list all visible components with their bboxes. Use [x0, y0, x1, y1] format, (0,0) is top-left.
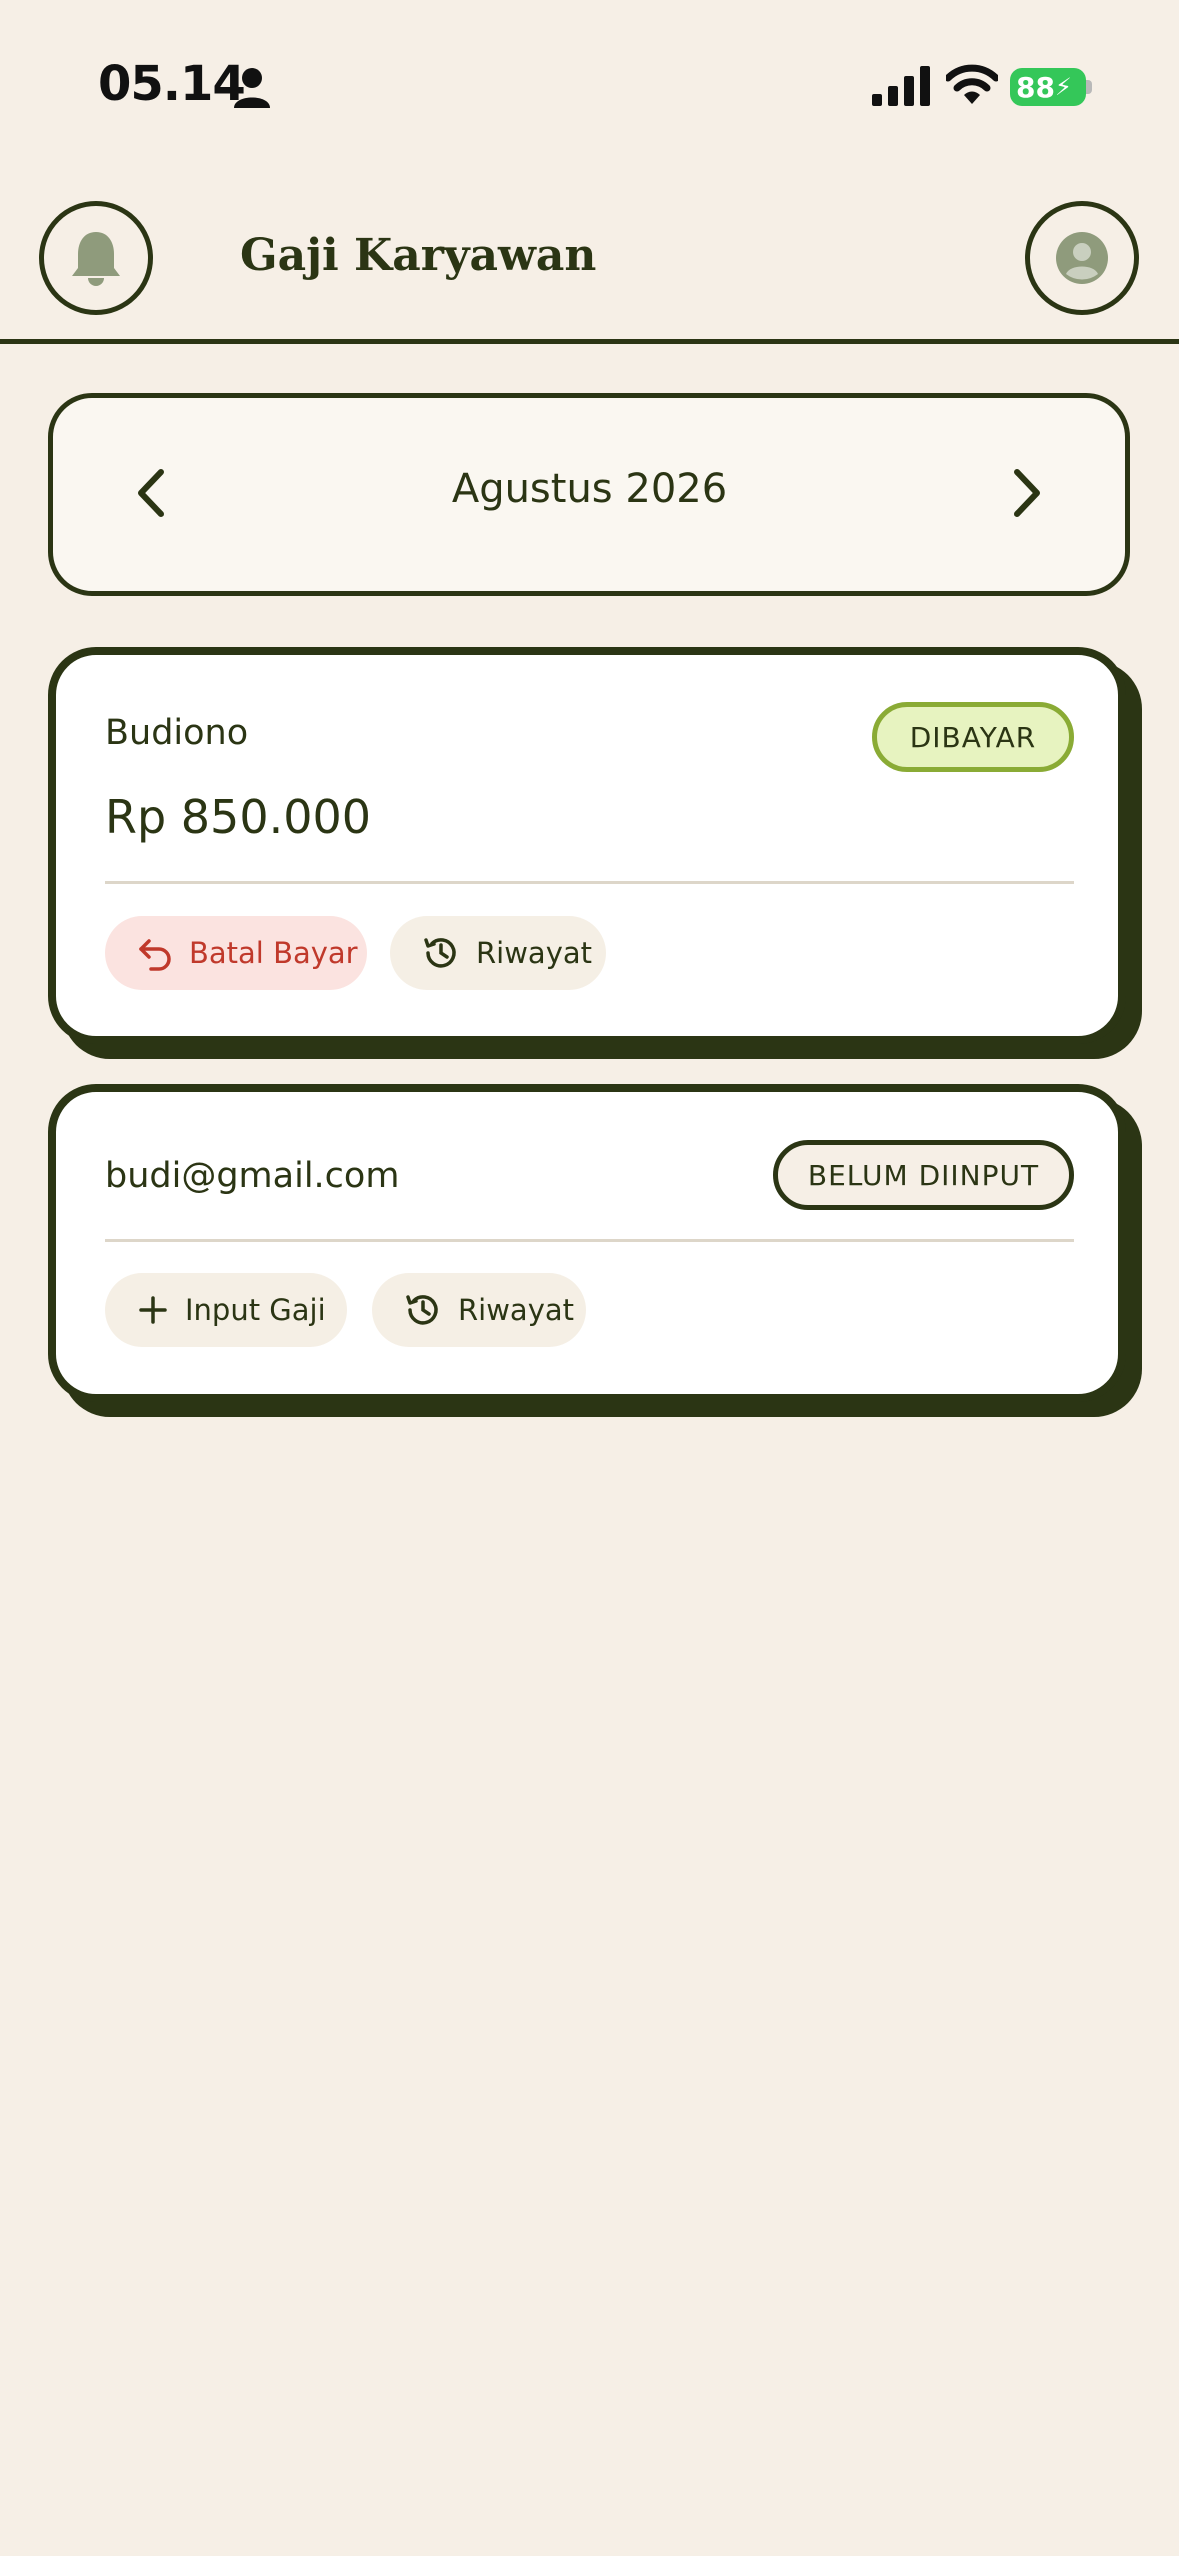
next-month-button[interactable] — [998, 458, 1058, 528]
status-badge-not-input: BELUM DIINPUT — [773, 1140, 1074, 1210]
page-title: Gaji Karyawan — [240, 230, 597, 281]
wifi-icon — [946, 64, 998, 104]
person-icon — [234, 68, 270, 108]
profile-button[interactable] — [1025, 201, 1139, 315]
cancel-payment-label: Batal Bayar — [189, 936, 358, 970]
avatar-icon — [1056, 232, 1108, 284]
history-button[interactable]: Riwayat — [372, 1273, 586, 1347]
employee-card — [48, 1084, 1126, 1402]
status-badge-paid: DIBAYAR — [872, 702, 1074, 772]
status-time: 05.14 — [98, 56, 246, 112]
cancel-payment-button[interactable]: Batal Bayar — [105, 916, 367, 990]
battery-level: 88 — [1016, 70, 1055, 104]
plus-icon — [139, 1296, 167, 1324]
history-icon — [406, 1295, 438, 1325]
card-divider — [105, 881, 1074, 884]
month-label: Agustus 2026 — [451, 466, 728, 512]
signal-icon — [872, 66, 930, 106]
charging-icon: ⚡ — [1054, 73, 1072, 101]
notifications-button[interactable] — [39, 201, 153, 315]
history-label: Riwayat — [458, 1293, 574, 1327]
undo-icon — [139, 939, 171, 971]
history-button[interactable]: Riwayat — [390, 916, 606, 990]
battery-tip — [1086, 80, 1092, 94]
header-divider — [0, 339, 1179, 344]
input-salary-label: Input Gaji — [185, 1293, 326, 1327]
salary-amount: Rp 850.000 — [105, 790, 372, 844]
employee-name: Budiono — [105, 713, 249, 753]
input-salary-button[interactable]: Input Gaji — [105, 1273, 347, 1347]
bell-icon — [72, 232, 120, 286]
previous-month-button[interactable] — [120, 458, 180, 528]
history-label: Riwayat — [476, 936, 592, 970]
chevron-right-icon — [1014, 469, 1040, 517]
employee-email: budi@gmail.com — [105, 1156, 400, 1196]
chevron-left-icon — [138, 469, 164, 517]
battery-icon: 88 ⚡ — [1010, 68, 1086, 106]
history-icon — [424, 938, 456, 968]
card-divider — [105, 1239, 1074, 1242]
